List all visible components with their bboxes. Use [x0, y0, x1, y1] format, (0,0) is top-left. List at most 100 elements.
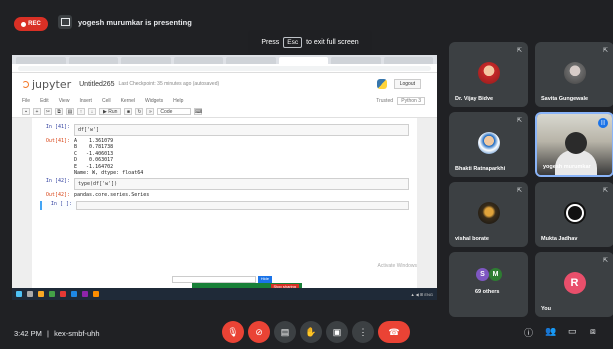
code-input[interactable]: type(df['w']) — [74, 178, 409, 191]
output-cell: Out[41]: A 1.361079 B 0.781738 C -1.4060… — [40, 138, 409, 176]
self-tile[interactable]: ⇱ R You — [535, 252, 613, 317]
browser-tab[interactable] — [331, 57, 381, 64]
run-button[interactable]: ▶ Run — [99, 108, 122, 115]
cell-output: pandas.core.series.Series — [74, 192, 150, 199]
meeting-code: kex-smbf-uhh — [54, 329, 100, 338]
present-icon: ▣ — [332, 326, 342, 337]
video-person-head — [565, 132, 587, 154]
browser-tab-active[interactable] — [278, 57, 328, 64]
browser-tab[interactable] — [68, 57, 118, 64]
others-tile[interactable]: S M 69 others — [449, 252, 528, 317]
meet-top-bar: REC yogesh murumkar is presenting — [0, 0, 613, 31]
browser-tab[interactable] — [121, 57, 171, 64]
search-icon[interactable] — [27, 291, 33, 297]
insert-cell-icon[interactable]: + — [33, 108, 41, 115]
stop-icon[interactable]: ■ — [124, 108, 133, 115]
participant-tile[interactable]: ⇱ vishal borate — [449, 182, 528, 247]
jupyter-toolbar: ▪ + ✂ ⧉ ▤ ↑ ↓ ▶ Run ■ ↻ » Code ⌨ — [12, 106, 437, 118]
meeting-time-info: 3:42 PM | kex-smbf-uhh — [14, 329, 100, 338]
out-prompt: Out[41]: — [45, 138, 70, 144]
participant-name: Savita Gungewale — [541, 96, 589, 102]
notebook-title[interactable]: Untitled265 — [79, 81, 114, 88]
input-cell[interactable]: In [42]: type(df['w']) — [40, 178, 409, 191]
raise-hand-button[interactable]: ✋ — [300, 321, 322, 343]
move-up-icon[interactable]: ↑ — [77, 108, 85, 115]
present-button[interactable]: ▣ — [326, 321, 348, 343]
participant-avatar — [477, 202, 500, 224]
menu-kernel[interactable]: Kernel — [121, 98, 135, 104]
present-screen-icon — [58, 15, 72, 29]
code-input[interactable] — [76, 200, 409, 210]
camera-off-button[interactable]: ⊘ — [248, 321, 270, 343]
more-options-button[interactable]: ⋮ — [352, 321, 374, 343]
menu-insert[interactable]: Insert — [79, 98, 92, 104]
participant-initial: S — [476, 268, 489, 281]
paste-icon[interactable]: ▤ — [66, 108, 74, 115]
mic-off-button[interactable]: 🎙 — [222, 321, 244, 343]
hand-icon: ✋ — [305, 326, 317, 337]
input-cell[interactable]: In [41]: df['w'] — [40, 124, 409, 136]
chrome-icon[interactable] — [49, 291, 55, 297]
windows-start-icon[interactable] — [16, 291, 22, 297]
in-prompt: In [42]: — [45, 178, 70, 185]
hide-share-bar-button[interactable]: Hide — [257, 276, 272, 283]
fast-forward-icon[interactable]: » — [146, 108, 155, 115]
pin-icon[interactable]: ⇱ — [517, 117, 522, 124]
output-cell: Out[42]: pandas.core.series.Series — [40, 192, 409, 198]
participant-name: vishal borate — [455, 236, 489, 242]
menu-cell[interactable]: Cell — [102, 98, 111, 104]
out-prompt: Out[42]: — [45, 192, 70, 199]
mic-off-icon: 🎙 — [227, 326, 239, 337]
pin-icon[interactable]: ⇱ — [517, 47, 522, 54]
menu-view[interactable]: View — [59, 98, 70, 104]
pin-icon[interactable]: ⇱ — [603, 257, 608, 264]
app-icon[interactable] — [82, 291, 88, 297]
copy-icon[interactable]: ⧉ — [55, 108, 63, 115]
app-icon[interactable] — [60, 291, 66, 297]
notebook-page: In [41]: df['w'] Out[41]: A 1.361079 B 0… — [32, 118, 417, 288]
file-explorer-icon[interactable] — [38, 291, 44, 297]
pin-icon[interactable]: ⇱ — [603, 187, 608, 194]
restart-icon[interactable]: ↻ — [135, 108, 144, 115]
fullscreen-hint-text: Press — [261, 38, 280, 46]
url-field[interactable] — [18, 65, 431, 71]
logout-button[interactable]: Logout — [393, 79, 421, 89]
cell-type-select[interactable]: Code — [157, 108, 192, 115]
activities-icon[interactable]: ⧈ — [590, 326, 596, 337]
cut-icon[interactable]: ✂ — [44, 108, 52, 115]
captions-button[interactable]: ▤ — [274, 321, 296, 343]
keyboard-icon[interactable]: ⌨ — [194, 108, 203, 115]
pin-icon[interactable]: ⇱ — [517, 187, 522, 194]
participant-tile[interactable]: ⇱ Mukta Jadhav — [535, 182, 613, 247]
people-icon[interactable]: 👥 — [545, 326, 556, 337]
code-input[interactable]: df['w'] — [74, 124, 409, 136]
save-icon[interactable]: ▪ — [22, 108, 30, 115]
browser-tab[interactable] — [16, 57, 66, 64]
info-icon[interactable]: ⓘ — [524, 326, 533, 339]
browser-tabs — [12, 55, 437, 64]
app-icon[interactable] — [71, 291, 77, 297]
menu-widgets[interactable]: Widgets — [145, 98, 163, 104]
presenting-text: yogesh murumkar is presenting — [78, 17, 192, 27]
camera-off-icon: ⊘ — [255, 326, 263, 337]
jupyter-logo-text: jupyter — [32, 77, 72, 91]
address-bar[interactable] — [12, 64, 437, 73]
menu-edit[interactable]: Edit — [40, 98, 49, 104]
move-down-icon[interactable]: ↓ — [88, 108, 96, 115]
menu-help[interactable]: Help — [173, 98, 183, 104]
browser-tab[interactable] — [226, 57, 276, 64]
menu-file[interactable]: File — [22, 98, 30, 104]
leave-call-button[interactable]: ☎ — [378, 321, 410, 343]
app-icon[interactable] — [93, 291, 99, 297]
pin-icon[interactable]: ⇱ — [603, 47, 608, 54]
input-cell-selected[interactable]: In [ ]: — [40, 200, 409, 210]
participant-tile-presenter[interactable]: ||| yogesh murumkar — [535, 112, 613, 177]
participant-tile[interactable]: ⇱ Dr. Vijay Bidve — [449, 42, 528, 107]
browser-tab[interactable] — [173, 57, 223, 64]
participant-tile[interactable]: ⇱ Savita Gungewale — [535, 42, 613, 107]
in-prompt: In [ ]: — [50, 200, 72, 207]
participant-tile[interactable]: ⇱ Bhakti Ratnaparkhi — [449, 112, 528, 177]
trusted-indicator[interactable]: Trusted — [376, 98, 393, 104]
chat-icon[interactable]: ▭ — [568, 326, 577, 337]
browser-tab[interactable] — [383, 57, 433, 64]
